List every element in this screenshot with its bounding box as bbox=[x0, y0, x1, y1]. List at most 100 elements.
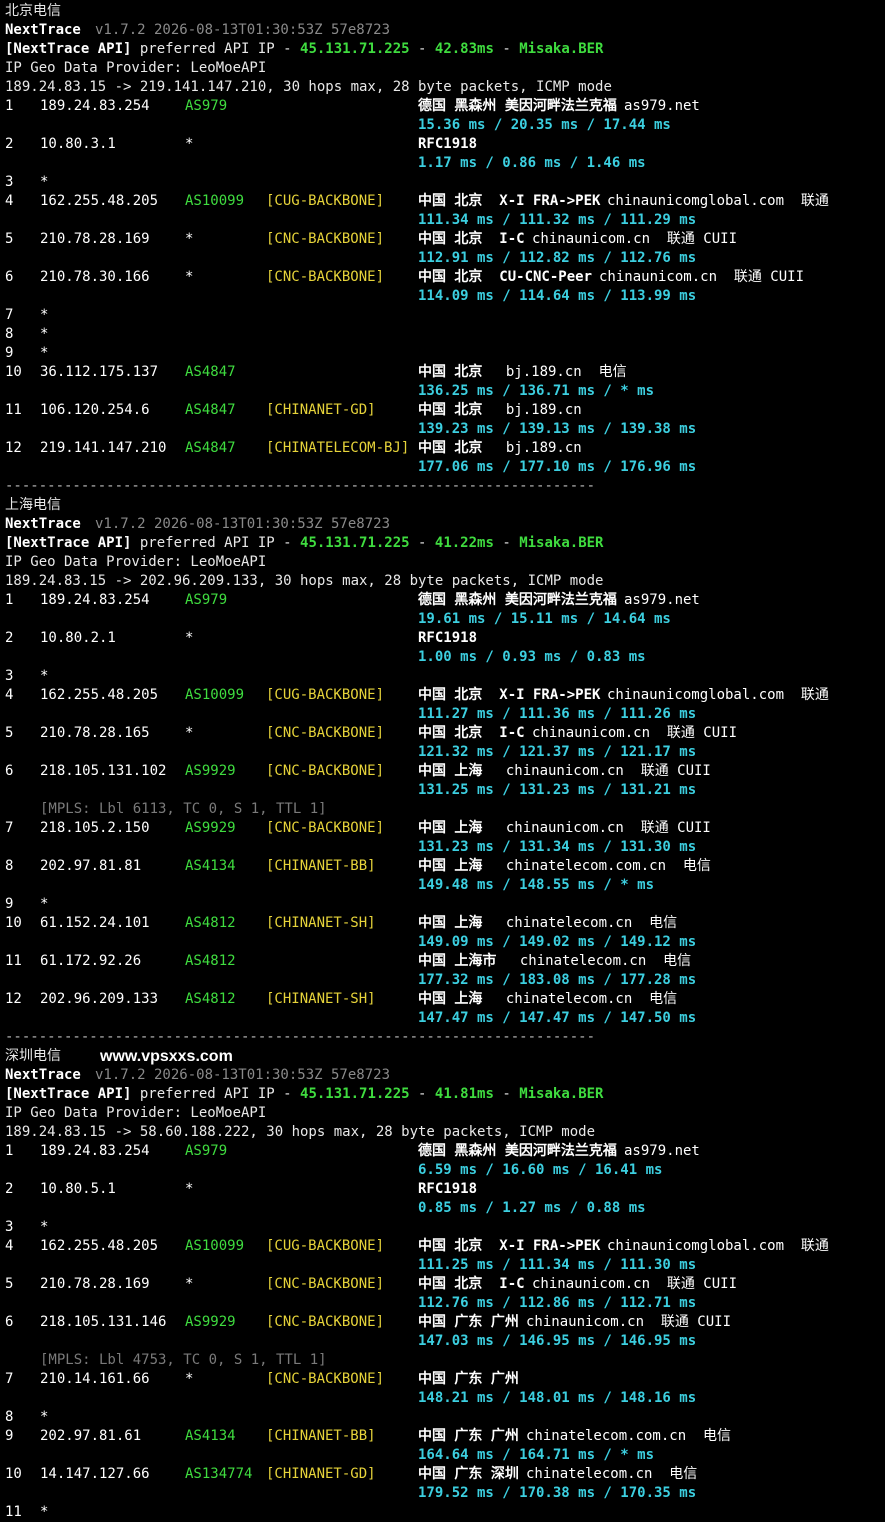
hop-asn: AS4812 bbox=[185, 991, 236, 1007]
api-dash: - bbox=[409, 41, 435, 57]
hop-row: 6 218.105.131.146 AS9929 [CNC-BACKBONE] 中国 广… bbox=[5, 1313, 885, 1332]
hop-geo: 德国 黑森州 美因河畔法兰克福 bbox=[418, 592, 617, 608]
hop-geo: 中国 北京 I-C bbox=[418, 725, 525, 741]
hop-asn: AS979 bbox=[185, 1143, 228, 1159]
hop-domain: bj.189.cn 电信 bbox=[489, 364, 627, 380]
hop-backbone-tag: [CNC-BACKBONE] bbox=[266, 725, 385, 741]
nexttrace-version-line: NextTrace v1.7.2 2026-08-13T01:30:53Z 57e… bbox=[5, 515, 885, 534]
hop-asn: * bbox=[185, 725, 194, 741]
hop-rtt: 15.36 ms / 20.35 ms / 17.44 ms bbox=[418, 117, 671, 133]
hop-number: 4 bbox=[5, 1238, 14, 1254]
hop-number: 11 bbox=[5, 953, 22, 969]
hop-number: 10 bbox=[5, 1466, 22, 1482]
hop-row: 11 106.120.254.6 AS4847 [CHINANET-GD] 中国 北京 … bbox=[5, 401, 885, 420]
hop-number: 8 bbox=[5, 1409, 14, 1425]
hop-asn: AS10099 bbox=[185, 193, 245, 209]
hop-rtt: 111.25 ms / 111.34 ms / 111.30 ms bbox=[418, 1257, 697, 1273]
hop-number: 12 bbox=[5, 991, 22, 1007]
hop-asn: * bbox=[185, 231, 194, 247]
hop-backbone-tag: [CNC-BACKBONE] bbox=[266, 820, 385, 836]
hop-rtt: 177.06 ms / 177.10 ms / 176.96 ms bbox=[418, 459, 697, 475]
geo-provider: IP Geo Data Provider: LeoMoeAPI bbox=[5, 554, 267, 570]
hop-geo: 中国 北京 X-I FRA->PEK bbox=[418, 1238, 601, 1254]
hop-row: 4 162.255.48.205 AS10099 [CUG-BACKBONE] 中国 北… bbox=[5, 686, 885, 705]
hop-ip: 10.80.3.1 bbox=[40, 136, 116, 152]
hop-ip: * bbox=[40, 1219, 49, 1235]
hop-row: 11 * bbox=[5, 1503, 885, 1522]
route-line: 189.24.83.15 -> 58.60.188.222, 30 hops m… bbox=[5, 1123, 885, 1142]
geo-provider-line: IP Geo Data Provider: LeoMoeAPI bbox=[5, 553, 885, 572]
hop-domain: as979.net bbox=[624, 98, 700, 114]
hop-backbone-tag: [CUG-BACKBONE] bbox=[266, 193, 385, 209]
hop-rtt: 121.32 ms / 121.37 ms / 121.17 ms bbox=[418, 744, 697, 760]
hop-domain: as979.net bbox=[624, 1143, 700, 1159]
hop-number: 6 bbox=[5, 1314, 14, 1330]
hop-row: 2 10.80.5.1 * RFC1918 bbox=[5, 1180, 885, 1199]
api-node: Misaka.BER bbox=[519, 41, 604, 57]
hop-rtt-row: 136.25 ms / 136.71 ms / * ms bbox=[5, 382, 885, 401]
hop-number: 6 bbox=[5, 763, 14, 779]
hop-rtt: 112.91 ms / 112.82 ms / 112.76 ms bbox=[418, 250, 697, 266]
section-title: 深圳电信 bbox=[5, 1048, 61, 1064]
hop-row: 10 14.147.127.66 AS134774 [CHINANET-GD] 中国 广… bbox=[5, 1465, 885, 1484]
hop-backbone-tag: [CNC-BACKBONE] bbox=[266, 269, 385, 285]
hop-ip: 202.97.81.61 bbox=[40, 1428, 142, 1444]
api-text: preferred API IP - bbox=[131, 535, 301, 551]
hop-number: 11 bbox=[5, 1504, 22, 1520]
api-text: preferred API IP - bbox=[131, 41, 301, 57]
api-prefix: [NextTrace API] bbox=[5, 535, 132, 551]
hop-row: 2 10.80.3.1 * RFC1918 bbox=[5, 135, 885, 154]
hop-rtt: 114.09 ms / 114.64 ms / 113.99 ms bbox=[418, 288, 697, 304]
hop-ip: 189.24.83.254 bbox=[40, 1143, 150, 1159]
hop-rtt-row: 164.64 ms / 164.71 ms / * ms bbox=[5, 1446, 885, 1465]
watermark-text: www.vpsxxs.com bbox=[100, 1048, 233, 1065]
hop-ip: 202.97.81.81 bbox=[40, 858, 142, 874]
hop-rtt-row: 177.32 ms / 183.08 ms / 177.28 ms bbox=[5, 971, 885, 990]
hop-row: 3 * bbox=[5, 1218, 885, 1237]
hop-number: 9 bbox=[5, 896, 14, 912]
hop-number: 9 bbox=[5, 1428, 14, 1444]
hop-row: 9 * bbox=[5, 895, 885, 914]
hop-ip: 202.96.209.133 bbox=[40, 991, 159, 1007]
hop-asn: * bbox=[185, 1371, 194, 1387]
hop-ip: 189.24.83.254 bbox=[40, 592, 150, 608]
hop-row: 7 210.14.161.66 * [CNC-BACKBONE] 中国 广东 广州 bbox=[5, 1370, 885, 1389]
app-name: NextTrace bbox=[5, 516, 81, 532]
hop-row: 5 210.78.28.169 * [CNC-BACKBONE] 中国 北京 I-C ch… bbox=[5, 1275, 885, 1294]
hop-rtt-row: 131.23 ms / 131.34 ms / 131.30 ms bbox=[5, 838, 885, 857]
hop-row: 3 * bbox=[5, 173, 885, 192]
hop-asn: AS4812 bbox=[185, 953, 236, 969]
hop-row: 10 36.112.175.137 AS4847 中国 北京 bj.189.cn 电信 bbox=[5, 363, 885, 382]
hop-ip: 218.105.131.102 bbox=[40, 763, 167, 779]
hop-rtt-row: 111.27 ms / 111.36 ms / 111.26 ms bbox=[5, 705, 885, 724]
section-separator: ----------------------------------------… bbox=[5, 1028, 885, 1047]
hop-number: 9 bbox=[5, 345, 14, 361]
hop-number: 1 bbox=[5, 592, 14, 608]
hop-number: 10 bbox=[5, 915, 22, 931]
hop-number: 11 bbox=[5, 402, 22, 418]
hop-row: 4 162.255.48.205 AS10099 [CUG-BACKBONE] 中国 北… bbox=[5, 1237, 885, 1256]
hop-ip: 162.255.48.205 bbox=[40, 1238, 159, 1254]
hop-geo: 中国 北京 I-C bbox=[418, 231, 525, 247]
hop-asn: AS134774 bbox=[185, 1466, 253, 1482]
api-dash: - bbox=[493, 535, 520, 551]
api-dash: - bbox=[493, 1086, 520, 1102]
hop-row: 12 202.96.209.133 AS4812 [CHINANET-SH] 中国 上海… bbox=[5, 990, 885, 1009]
hop-rtt-row: 112.76 ms / 112.86 ms / 112.71 ms bbox=[5, 1294, 885, 1313]
hop-rtt: 164.64 ms / 164.71 ms / * ms bbox=[418, 1447, 655, 1463]
hop-geo: 中国 北京 X-I FRA->PEK bbox=[418, 193, 601, 209]
section-title-line: 北京电信 bbox=[5, 2, 885, 21]
hop-number: 6 bbox=[5, 269, 14, 285]
hop-asn: AS4812 bbox=[185, 915, 236, 931]
hop-domain: chinatelecom.cn 电信 bbox=[503, 953, 692, 969]
hop-geo: RFC1918 bbox=[418, 630, 478, 646]
hop-ip: 61.172.92.26 bbox=[40, 953, 142, 969]
hop-rtt-row: 131.25 ms / 131.23 ms / 131.21 ms bbox=[5, 781, 885, 800]
hop-row: 5 210.78.28.169 * [CNC-BACKBONE] 中国 北京 I-C ch… bbox=[5, 230, 885, 249]
hop-rtt: 6.59 ms / 16.60 ms / 16.41 ms bbox=[418, 1162, 663, 1178]
hop-geo: 德国 黑森州 美因河畔法兰克福 bbox=[418, 1143, 617, 1159]
hop-row: 4 162.255.48.205 AS10099 [CUG-BACKBONE] 中国 北… bbox=[5, 192, 885, 211]
hop-ip: * bbox=[40, 326, 49, 342]
hop-domain: chinaunicom.cn 联通 CUII bbox=[489, 820, 711, 836]
hop-row: 1 189.24.83.254 AS979 德国 黑森州 美因河畔法兰克福 as979.… bbox=[5, 1142, 885, 1161]
